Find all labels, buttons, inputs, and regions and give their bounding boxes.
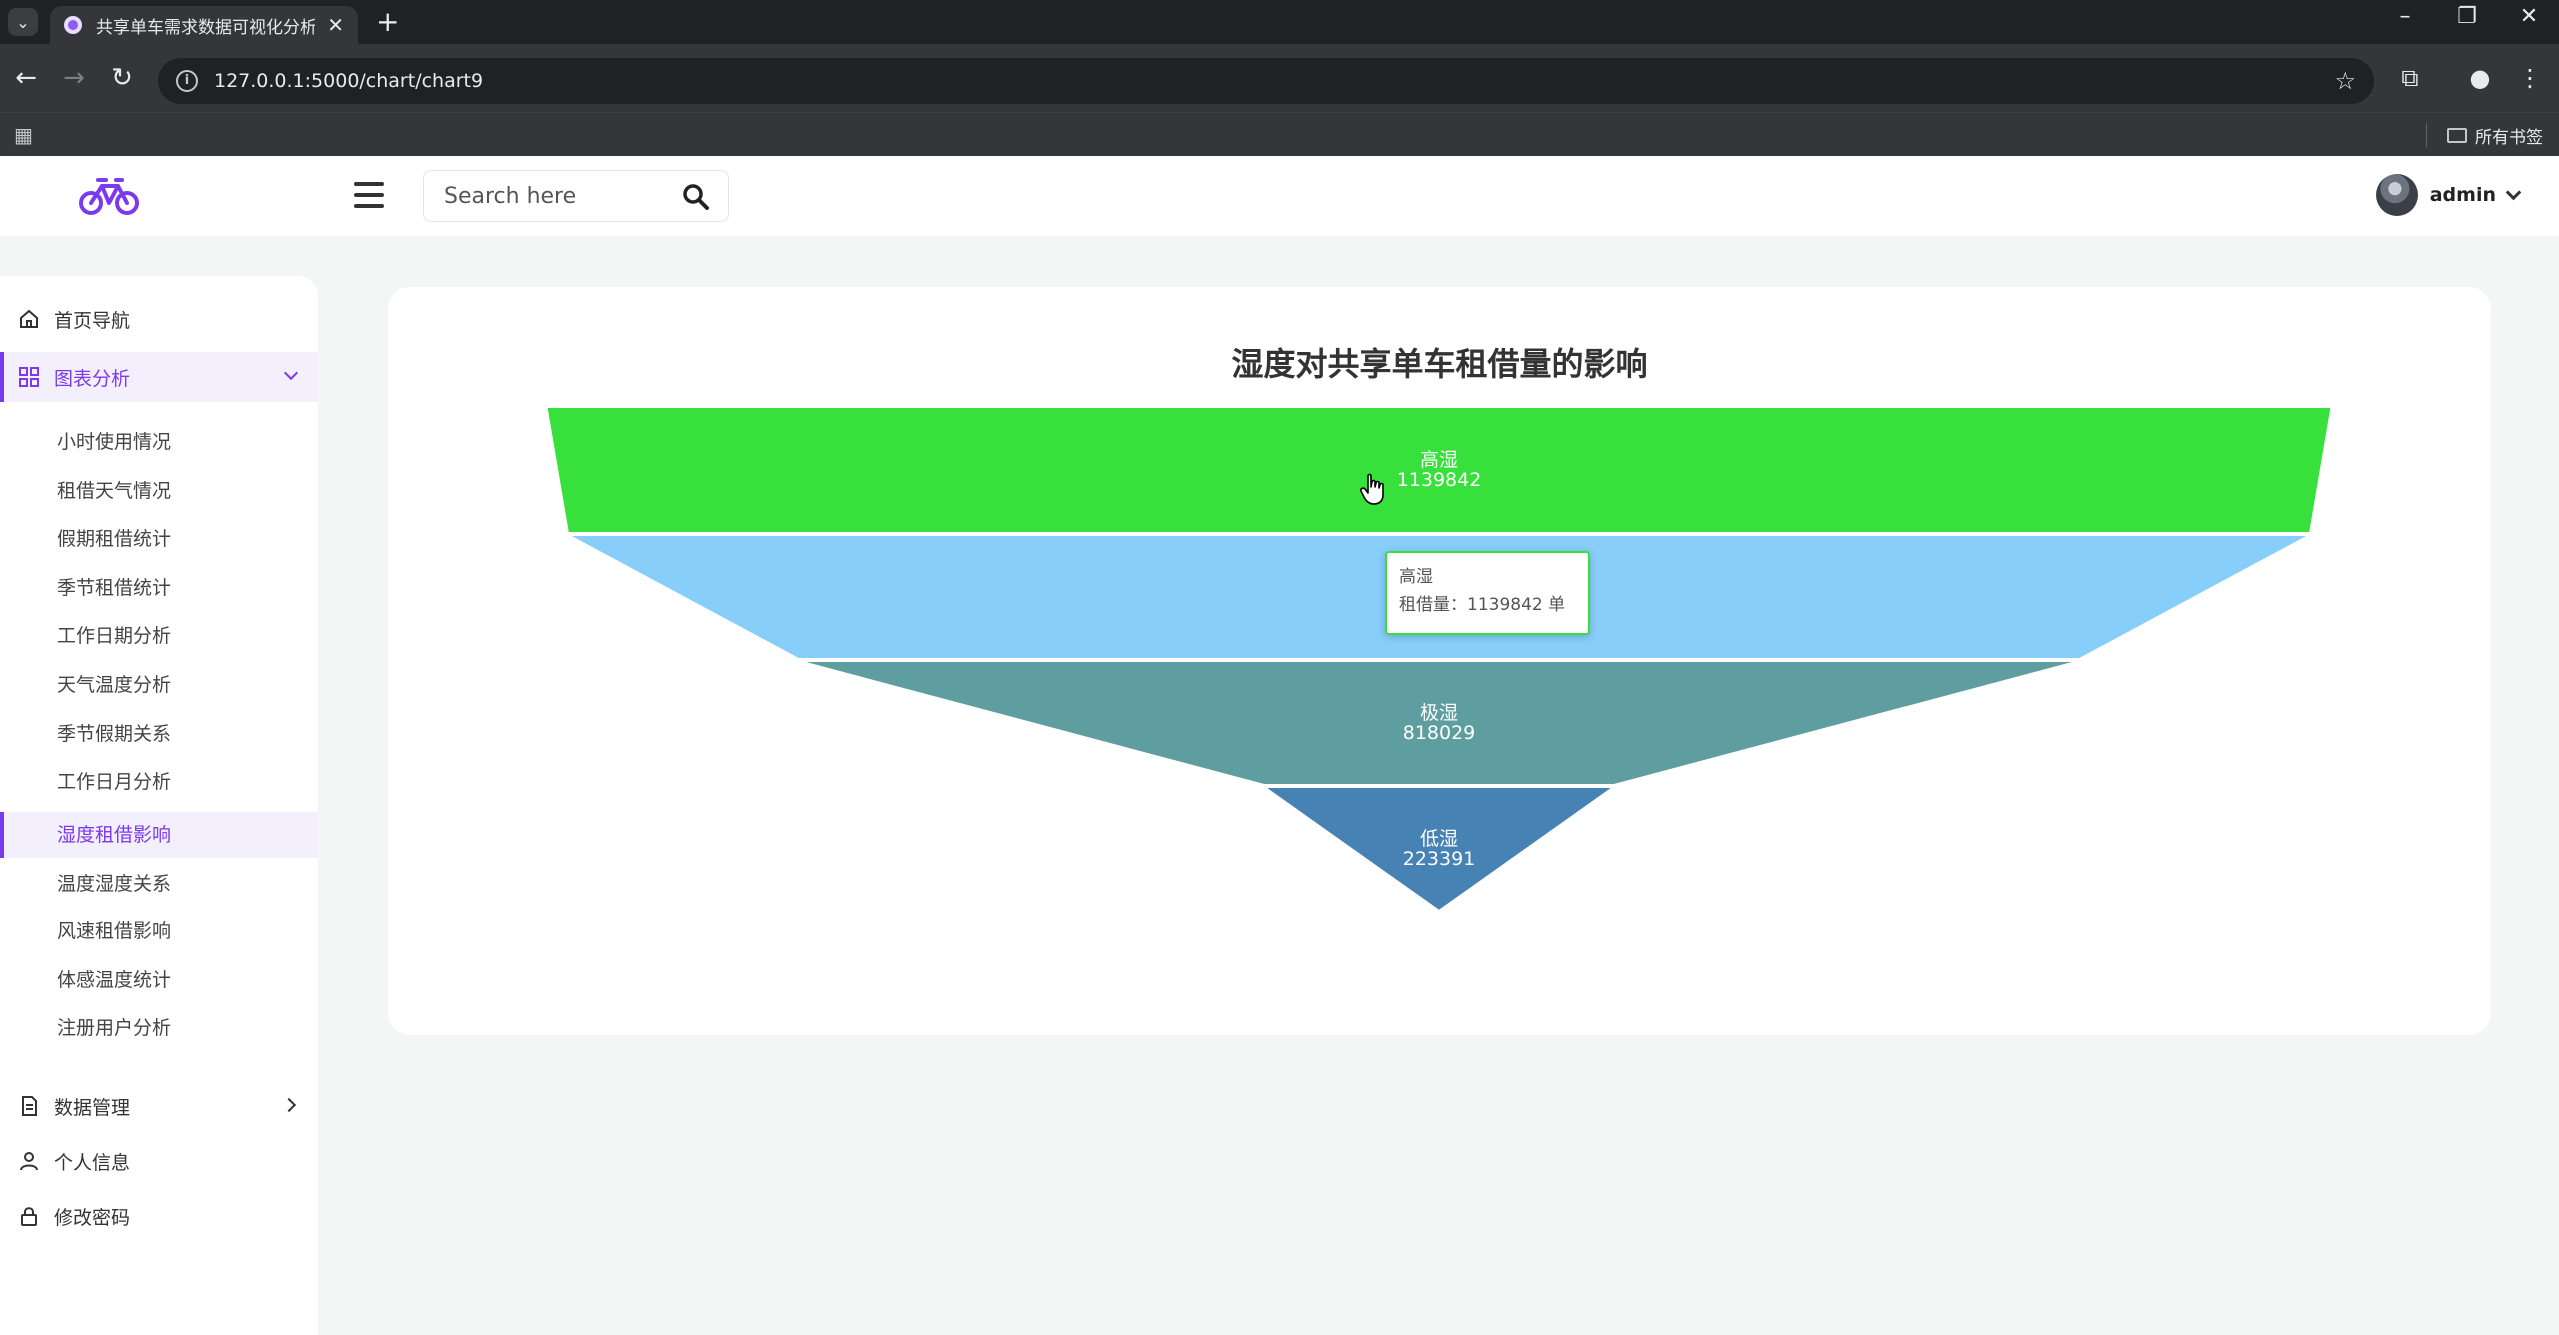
sidebar-subitem[interactable]: 工作日期分析 [0, 613, 318, 659]
reload-icon[interactable]: ↻ [102, 58, 142, 98]
chevron-down-icon [2505, 184, 2522, 200]
apps-grid-icon[interactable]: ▦ [14, 123, 33, 147]
new-tab-button[interactable]: + [376, 6, 399, 38]
funnel-label-name: 极湿 [1420, 702, 1458, 724]
home-icon [20, 309, 38, 328]
sidebar-subitem[interactable]: 体感温度统计 [0, 957, 318, 1003]
sidebar-subitem[interactable]: 温度湿度关系 [0, 861, 318, 907]
grid-icon [19, 367, 39, 387]
document-icon [22, 1096, 37, 1116]
sidebar-subitem-active[interactable]: 湿度租借影响 [0, 812, 318, 858]
url-text: 127.0.0.1:5000/chart/chart9 [214, 70, 484, 92]
chevron-right-icon [281, 1097, 297, 1113]
hand-cursor-icon [1360, 473, 1384, 505]
forward-icon[interactable]: → [54, 58, 94, 98]
app-header: admin [0, 156, 2559, 236]
search-icon[interactable] [682, 183, 710, 211]
search-input[interactable] [444, 183, 674, 209]
browser-toolbar: ← → ↻ i 127.0.0.1:5000/chart/chart9 ☆ ⧉ … [0, 44, 2559, 112]
chart-tooltip: 高湿 租借量：1139842 单 [1385, 551, 1590, 635]
sidebar-subitem[interactable]: 租借天气情况 [0, 468, 318, 514]
bookmark-star-icon[interactable]: ☆ [2334, 67, 2356, 95]
user-menu[interactable]: admin [2375, 174, 2522, 216]
sidebar-item-label: 个人信息 [54, 1151, 131, 1174]
address-bar[interactable]: i 127.0.0.1:5000/chart/chart9 ☆ [158, 58, 2374, 104]
sidebar-subitem[interactable]: 假期租借统计 [0, 516, 318, 562]
browser-tab-bar: ⌄ 共享单车需求数据可视化分析系 ✕ + – ❐ ✕ [0, 0, 2559, 44]
avatar [2375, 174, 2418, 216]
sidebar-item-label: 修改密码 [54, 1206, 131, 1229]
all-bookmarks-label: 所有书签 [2475, 128, 2543, 148]
tab-title: 共享单车需求数据可视化分析系 [96, 17, 316, 38]
lock-icon [21, 1207, 37, 1226]
folder-icon [2447, 128, 2467, 143]
chevron-down-icon: ⌄ [16, 12, 30, 32]
menu-toggle-icon[interactable] [354, 182, 384, 208]
funnel-label-name: 低湿 [1420, 828, 1458, 850]
funnel-chart: 高湿1139842极湿818029低湿223391 [545, 406, 2333, 913]
sidebar-item-charts[interactable]: 图表分析 [0, 352, 318, 402]
tooltip-series-name: 高湿 [1399, 567, 1433, 587]
tab-search-button[interactable]: ⌄ [8, 8, 38, 36]
sidebar-item-label: 图表分析 [54, 367, 131, 390]
bookmarks-divider [2426, 123, 2427, 147]
restore-icon[interactable]: ❐ [2447, 4, 2487, 29]
tooltip-value: 租借量：1139842 单 [1399, 595, 1566, 615]
back-icon[interactable]: ← [6, 58, 46, 98]
user-name: admin [2429, 184, 2496, 206]
sidebar-subitem[interactable]: 工作日月分析 [0, 759, 318, 805]
bookmarks-bar: ▦ 所有书签 [0, 112, 2559, 156]
funnel-label-name: 高湿 [1420, 449, 1458, 471]
chart-card: 湿度对共享单车租借量的影响 高湿 1139842 极湿 818029 低湿 223391 [388, 287, 2491, 1035]
sidebar-subitem[interactable]: 小时使用情况 [0, 419, 318, 465]
search-box [423, 170, 729, 222]
profile-icon[interactable]: ● [2460, 58, 2500, 98]
menu-dots-icon[interactable]: ⋮ [2510, 58, 2550, 98]
sidebar-subitem[interactable]: 风速租借影响 [0, 908, 318, 954]
sidebar-item-data-management[interactable]: 数据管理 [0, 1081, 318, 1131]
sidebar-subitem[interactable]: 季节假期关系 [0, 711, 318, 757]
sidebar-subitem[interactable]: 天气温度分析 [0, 662, 318, 708]
funnel-label-value: 818029 [1403, 722, 1476, 744]
funnel-label-value: 1139842 [1397, 469, 1482, 491]
minimize-icon[interactable]: – [2385, 4, 2425, 29]
browser-tab[interactable]: 共享单车需求数据可视化分析系 ✕ [50, 6, 358, 44]
sidebar-subitem[interactable]: 季节租借统计 [0, 565, 318, 611]
close-icon[interactable]: ✕ [327, 13, 344, 37]
sidebar-item-password[interactable]: 修改密码 [0, 1191, 318, 1241]
bicycle-logo-icon[interactable] [78, 172, 140, 218]
funnel-label-value: 223391 [1403, 848, 1476, 870]
extensions-icon[interactable]: ⧉ [2390, 58, 2430, 98]
sidebar-item-profile[interactable]: 个人信息 [0, 1136, 318, 1186]
sidebar-subitem[interactable]: 注册用户分析 [0, 1005, 318, 1051]
window-close-icon[interactable]: ✕ [2509, 4, 2549, 29]
sidebar-item-label: 首页导航 [54, 309, 131, 332]
sidebar-item-label: 数据管理 [54, 1096, 131, 1119]
sidebar: 首页导航 图表分析 小时使用情况 租借天气情况 假期租借统计 季节租借统计 工作… [0, 276, 318, 1335]
user-icon [20, 1152, 38, 1171]
all-bookmarks-button[interactable]: 所有书签 [2447, 123, 2543, 148]
site-info-icon[interactable]: i [176, 70, 198, 92]
favicon-icon [64, 16, 82, 34]
sidebar-item-home[interactable]: 首页导航 [0, 294, 318, 344]
chevron-down-icon [283, 365, 299, 381]
